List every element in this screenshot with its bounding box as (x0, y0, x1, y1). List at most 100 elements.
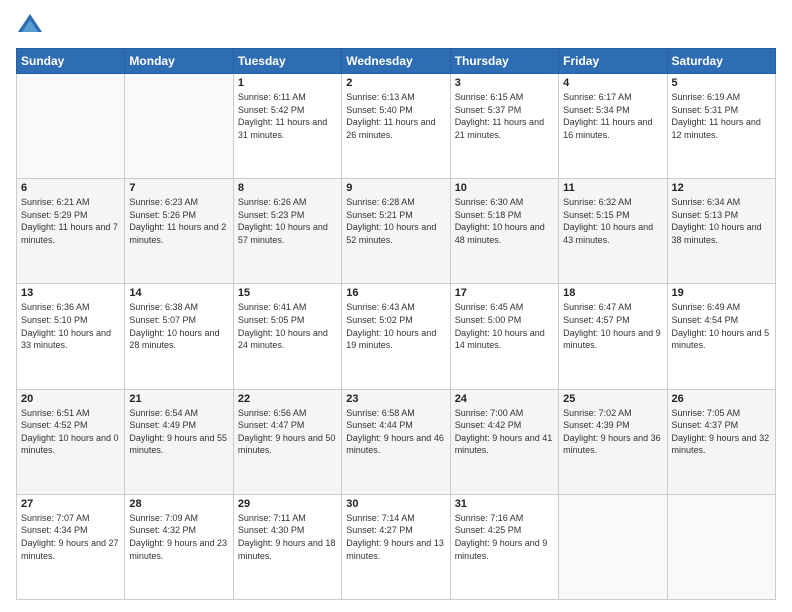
cell-info: Sunrise: 6:28 AMSunset: 5:21 PMDaylight:… (346, 196, 445, 246)
calendar-table: SundayMondayTuesdayWednesdayThursdayFrid… (16, 48, 776, 600)
day-number: 2 (346, 77, 445, 89)
calendar-cell: 18 Sunrise: 6:47 AMSunset: 4:57 PMDayligh… (559, 284, 667, 389)
week-row-3: 13Sunrise: 6:36 AMSunset: 5:10 PMDayligh… (17, 284, 776, 389)
calendar-cell: 5Sunrise: 6:19 AMSunset: 5:31 PMDaylight… (667, 74, 775, 179)
day-number: 18 (563, 287, 662, 299)
header (16, 12, 776, 40)
cell-info: Sunrise: 6:54 AMSunset: 4:49 PMDaylight:… (129, 407, 228, 457)
day-number: 13 (21, 287, 120, 299)
calendar-cell: 24 Sunrise: 7:00 AMSunset: 4:42 PMDayligh… (450, 389, 558, 494)
cell-info: Sunrise: 6:15 AMSunset: 5:37 PMDaylight:… (455, 91, 554, 141)
week-row-2: 6 Sunrise: 6:21 AMSunset: 5:29 PMDaylight… (17, 179, 776, 284)
cell-info: Sunrise: 6:34 AMSunset: 5:13 PMDaylight:… (672, 196, 771, 246)
calendar-cell: 23Sunrise: 6:58 AMSunset: 4:44 PMDayligh… (342, 389, 450, 494)
day-number: 28 (129, 498, 228, 510)
logo (16, 12, 48, 40)
cell-info: Sunrise: 6:38 AMSunset: 5:07 PMDaylight:… (129, 301, 228, 351)
day-number: 9 (346, 182, 445, 194)
cell-info: Sunrise: 6:49 AMSunset: 4:54 PMDaylight:… (672, 301, 771, 351)
day-number: 22 (238, 393, 337, 405)
week-row-1: 1Sunrise: 6:11 AMSunset: 5:42 PMDaylight… (17, 74, 776, 179)
calendar-cell: 16Sunrise: 6:43 AMSunset: 5:02 PMDayligh… (342, 284, 450, 389)
weekday-header-row: SundayMondayTuesdayWednesdayThursdayFrid… (17, 49, 776, 74)
cell-info: Sunrise: 7:11 AMSunset: 4:30 PMDaylight:… (238, 512, 337, 562)
day-number: 23 (346, 393, 445, 405)
calendar-cell: 1Sunrise: 6:11 AMSunset: 5:42 PMDaylight… (233, 74, 341, 179)
calendar-cell: 21 Sunrise: 6:54 AMSunset: 4:49 PMDayligh… (125, 389, 233, 494)
cell-info: Sunrise: 7:16 AMSunset: 4:25 PMDaylight:… (455, 512, 554, 562)
day-number: 16 (346, 287, 445, 299)
weekday-thursday: Thursday (450, 49, 558, 74)
cell-info: Sunrise: 6:26 AMSunset: 5:23 PMDaylight:… (238, 196, 337, 246)
calendar-cell: 27 Sunrise: 7:07 AMSunset: 4:34 PMDayligh… (17, 494, 125, 599)
day-number: 21 (129, 393, 228, 405)
calendar-cell: 30 Sunrise: 7:14 AMSunset: 4:27 PMDayligh… (342, 494, 450, 599)
calendar-cell: 15 Sunrise: 6:41 AMSunset: 5:05 PMDayligh… (233, 284, 341, 389)
day-number: 15 (238, 287, 337, 299)
cell-info: Sunrise: 7:14 AMSunset: 4:27 PMDaylight:… (346, 512, 445, 562)
calendar-cell: 4 Sunrise: 6:17 AMSunset: 5:34 PMDaylight… (559, 74, 667, 179)
cell-info: Sunrise: 6:56 AMSunset: 4:47 PMDaylight:… (238, 407, 337, 457)
day-number: 20 (21, 393, 120, 405)
day-number: 17 (455, 287, 554, 299)
cell-info: Sunrise: 6:47 AMSunset: 4:57 PMDaylight:… (563, 301, 662, 351)
week-row-4: 20 Sunrise: 6:51 AMSunset: 4:52 PMDayligh… (17, 389, 776, 494)
weekday-sunday: Sunday (17, 49, 125, 74)
day-number: 8 (238, 182, 337, 194)
calendar-cell: 9 Sunrise: 6:28 AMSunset: 5:21 PMDaylight… (342, 179, 450, 284)
cell-info: Sunrise: 6:30 AMSunset: 5:18 PMDaylight:… (455, 196, 554, 246)
calendar-cell: 26 Sunrise: 7:05 AMSunset: 4:37 PMDayligh… (667, 389, 775, 494)
calendar-cell: 22 Sunrise: 6:56 AMSunset: 4:47 PMDayligh… (233, 389, 341, 494)
weekday-wednesday: Wednesday (342, 49, 450, 74)
calendar-cell: 28 Sunrise: 7:09 AMSunset: 4:32 PMDayligh… (125, 494, 233, 599)
day-number: 4 (563, 77, 662, 89)
day-number: 14 (129, 287, 228, 299)
cell-info: Sunrise: 7:00 AMSunset: 4:42 PMDaylight:… (455, 407, 554, 457)
week-row-5: 27 Sunrise: 7:07 AMSunset: 4:34 PMDayligh… (17, 494, 776, 599)
calendar-cell: 6 Sunrise: 6:21 AMSunset: 5:29 PMDaylight… (17, 179, 125, 284)
calendar-cell: 2 Sunrise: 6:13 AMSunset: 5:40 PMDaylight… (342, 74, 450, 179)
day-number: 6 (21, 182, 120, 194)
calendar-cell: 29 Sunrise: 7:11 AMSunset: 4:30 PMDayligh… (233, 494, 341, 599)
calendar-cell: 25Sunrise: 7:02 AMSunset: 4:39 PMDayligh… (559, 389, 667, 494)
cell-info: Sunrise: 6:45 AMSunset: 5:00 PMDaylight:… (455, 301, 554, 351)
page: SundayMondayTuesdayWednesdayThursdayFrid… (0, 0, 792, 612)
calendar-cell: 12 Sunrise: 6:34 AMSunset: 5:13 PMDayligh… (667, 179, 775, 284)
weekday-tuesday: Tuesday (233, 49, 341, 74)
calendar-cell: 10 Sunrise: 6:30 AMSunset: 5:18 PMDayligh… (450, 179, 558, 284)
calendar-cell: 7Sunrise: 6:23 AMSunset: 5:26 PMDaylight… (125, 179, 233, 284)
cell-info: Sunrise: 6:23 AMSunset: 5:26 PMDaylight:… (129, 196, 228, 246)
cell-info: Sunrise: 7:07 AMSunset: 4:34 PMDaylight:… (21, 512, 120, 562)
calendar-cell (559, 494, 667, 599)
cell-info: Sunrise: 6:21 AMSunset: 5:29 PMDaylight:… (21, 196, 120, 246)
day-number: 3 (455, 77, 554, 89)
weekday-saturday: Saturday (667, 49, 775, 74)
logo-icon (16, 12, 44, 40)
cell-info: Sunrise: 7:05 AMSunset: 4:37 PMDaylight:… (672, 407, 771, 457)
cell-info: Sunrise: 6:19 AMSunset: 5:31 PMDaylight:… (672, 91, 771, 141)
day-number: 30 (346, 498, 445, 510)
day-number: 11 (563, 182, 662, 194)
calendar-cell: 13Sunrise: 6:36 AMSunset: 5:10 PMDayligh… (17, 284, 125, 389)
calendar-cell: 31Sunrise: 7:16 AMSunset: 4:25 PMDayligh… (450, 494, 558, 599)
weekday-friday: Friday (559, 49, 667, 74)
cell-info: Sunrise: 6:11 AMSunset: 5:42 PMDaylight:… (238, 91, 337, 141)
calendar-cell: 20 Sunrise: 6:51 AMSunset: 4:52 PMDayligh… (17, 389, 125, 494)
calendar-cell: 11Sunrise: 6:32 AMSunset: 5:15 PMDayligh… (559, 179, 667, 284)
day-number: 24 (455, 393, 554, 405)
day-number: 10 (455, 182, 554, 194)
day-number: 27 (21, 498, 120, 510)
day-number: 25 (563, 393, 662, 405)
calendar-cell: 3 Sunrise: 6:15 AMSunset: 5:37 PMDaylight… (450, 74, 558, 179)
day-number: 29 (238, 498, 337, 510)
cell-info: Sunrise: 6:51 AMSunset: 4:52 PMDaylight:… (21, 407, 120, 457)
weekday-monday: Monday (125, 49, 233, 74)
calendar-cell: 19Sunrise: 6:49 AMSunset: 4:54 PMDayligh… (667, 284, 775, 389)
cell-info: Sunrise: 7:09 AMSunset: 4:32 PMDaylight:… (129, 512, 228, 562)
cell-info: Sunrise: 6:13 AMSunset: 5:40 PMDaylight:… (346, 91, 445, 141)
calendar-cell (17, 74, 125, 179)
day-number: 26 (672, 393, 771, 405)
day-number: 12 (672, 182, 771, 194)
cell-info: Sunrise: 6:17 AMSunset: 5:34 PMDaylight:… (563, 91, 662, 141)
cell-info: Sunrise: 6:41 AMSunset: 5:05 PMDaylight:… (238, 301, 337, 351)
